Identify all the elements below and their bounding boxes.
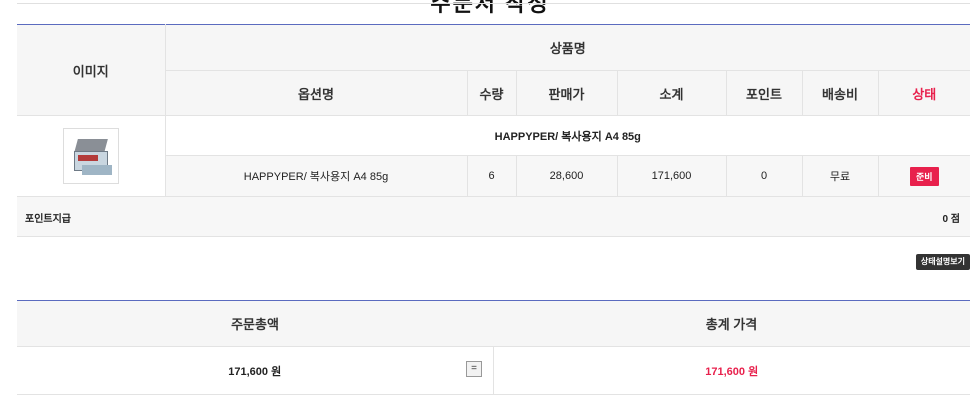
header-subtotal: 소계 [616,70,727,116]
point-value-cell: 0 [725,155,803,197]
title-divider [17,0,970,4]
status-badge: 준비 [910,166,939,186]
product-name[interactable]: HAPPYPER/ 복사용지 A4 85g [164,115,971,156]
option-name: HAPPYPER/ 복사용지 A4 85g [164,155,468,197]
points-row: 포인트지급 0 점 [17,197,970,237]
order-total-label: 주문총액 [17,300,493,347]
grand-total-value: 171,600 원 [492,346,970,395]
header-option-name: 옵션명 [164,70,468,116]
header-point: 포인트 [725,70,803,116]
table-row: HAPPYPER/ 복사용지 A4 85g [17,115,971,197]
product-image-cell [17,115,166,197]
points-label: 포인트지급 [25,214,71,225]
header-image: 이미지 [17,24,166,116]
totals-table: 주문총액 총계 가격 171,600 원 171,600 원 [17,300,970,395]
equals-icon: = [466,361,482,377]
product-thumbnail[interactable] [62,128,119,184]
order-items-table: 이미지 상품명 옵션명 수량 판매가 소계 포인트 배송비 상태 HAPPYPE… [17,24,971,197]
grand-total-label: 총계 가격 [493,300,970,347]
points-value: 0 점 [942,214,960,225]
status-description-button[interactable]: 상태설명보기 [915,254,970,270]
quantity-value: 6 [466,155,517,197]
header-quantity: 수량 [466,70,517,116]
header-product-name: 상품명 [164,24,971,71]
status-cell: 준비 [877,155,971,197]
price-value: 28,600 [515,155,618,197]
subtotal-value: 171,600 [616,155,727,197]
header-shipping: 배송비 [801,70,879,116]
shipping-value: 무료 [801,155,879,197]
order-total-value: 171,600 원 [17,346,493,395]
header-price: 판매가 [515,70,618,116]
header-status: 상태 [877,70,971,116]
